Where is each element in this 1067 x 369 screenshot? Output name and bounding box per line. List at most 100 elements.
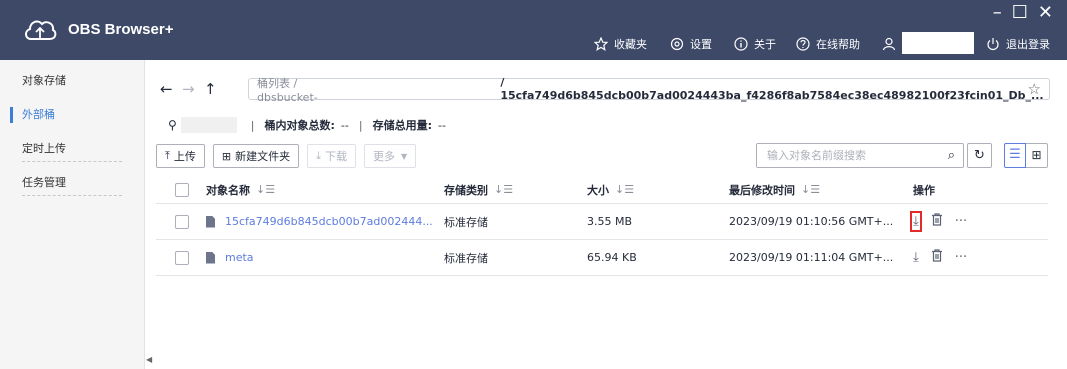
search-box: ⌕ [756, 143, 964, 168]
favorites-label: 收藏夹 [614, 38, 647, 51]
download-label: 下载 [324, 150, 347, 163]
storage-usage-label: 存储总用量: [372, 119, 432, 132]
sort-icon[interactable]: ↓☰ [256, 183, 275, 196]
bucket-name-mask [360, 82, 501, 96]
select-all-checkbox[interactable] [175, 182, 189, 197]
column-storage-class[interactable]: 存储类别 ↓☰ [444, 176, 513, 203]
object-count-value: -- [340, 118, 349, 132]
chevron-down-icon: ▼ [400, 151, 408, 161]
table-row[interactable]: meta 标准存储 65.94 KB 2023/09/19 01:11:04 G… [156, 240, 1048, 276]
help-label: 在线帮助 [816, 38, 860, 51]
more-actions-icon[interactable]: ··· [955, 214, 967, 229]
column-storage-class-label: 存储类别 [444, 183, 488, 197]
grid-icon: ⊞ [1031, 148, 1042, 162]
sort-icon[interactable]: ↓☰ [494, 183, 513, 196]
refresh-icon: ↻ [974, 148, 985, 163]
navigation-bar: ← → ↑ 桶列表 / dbsbucket- / 15cfa749d6b845d… [160, 76, 1053, 104]
column-actions: 操作 [913, 176, 935, 203]
grid-view-button[interactable]: ⊞ [1026, 143, 1048, 168]
path-breadcrumb[interactable]: 桶列表 / dbsbucket- / 15cfa749d6b845dcb00b7… [248, 76, 1050, 104]
breadcrumb-root[interactable]: 桶列表 / dbsbucket- [257, 75, 361, 104]
more-label: 更多 [372, 150, 395, 163]
object-name-link[interactable]: 15cfa749d6b845dcb00b7ad002444... [225, 215, 433, 228]
list-view-button[interactable]: ☰ [1004, 143, 1026, 168]
column-actions-label: 操作 [913, 183, 935, 197]
column-modified-label: 最后修改时间 [729, 183, 795, 197]
upload-icon: ⤒ [165, 149, 170, 162]
divider [22, 195, 122, 196]
delete-icon[interactable] [931, 213, 943, 230]
object-size: 3.55 MB [587, 215, 633, 228]
search-input[interactable] [757, 144, 927, 167]
favorite-star-icon[interactable]: ☆ [1028, 80, 1041, 98]
gear-icon [670, 37, 684, 51]
sidebar-item-scheduled-upload[interactable]: 定时上传 [0, 134, 145, 164]
object-name-link[interactable]: meta [225, 251, 254, 264]
object-size: 65.94 KB [587, 251, 637, 264]
divider [22, 161, 122, 162]
row-checkbox[interactable] [175, 214, 189, 229]
sidebar-item-task-management[interactable]: 任务管理 [0, 168, 145, 198]
up-icon[interactable]: ↑ [204, 80, 226, 98]
bucket-region-mask [180, 117, 237, 133]
column-modified[interactable]: 最后修改时间 ↓☰ [729, 176, 820, 203]
row-checkbox[interactable] [175, 250, 189, 265]
user-icon[interactable] [882, 34, 896, 54]
sort-icon[interactable]: ↓☰ [615, 183, 634, 196]
column-size[interactable]: 大小 ↓☰ [587, 176, 634, 203]
search-icon[interactable]: ⌕ [948, 148, 955, 163]
file-icon [206, 251, 215, 264]
separator: | [250, 118, 255, 132]
info-icon [734, 37, 748, 51]
close-button[interactable]: ✕ [1038, 2, 1053, 24]
upload-label: 上传 [173, 150, 196, 163]
sidebar-item-object-storage[interactable]: 对象存储 [0, 66, 145, 96]
about-label: 关于 [754, 38, 776, 51]
modified-time: 2023/09/19 01:11:04 GMT+... [729, 251, 894, 264]
breadcrumb-path: / 15cfa749d6b845dcb00b7ad0024443ba_f4286… [500, 76, 1044, 102]
minimize-button[interactable]: – [993, 2, 1002, 24]
storage-usage-value: -- [438, 118, 446, 132]
maximize-button[interactable]: ☐ [1012, 2, 1028, 24]
refresh-button[interactable]: ↻ [967, 143, 992, 168]
cloud-logo-icon [25, 20, 57, 40]
storage-class: 标准存储 [444, 215, 488, 229]
settings-menu[interactable]: 设置 [670, 34, 712, 54]
settings-label: 设置 [690, 38, 712, 51]
about-menu[interactable]: 关于 [734, 34, 776, 54]
download-button[interactable]: ⤓ 下载 [307, 144, 356, 168]
sort-icon[interactable]: ↓☰ [801, 183, 820, 196]
collapse-sidebar-icon[interactable]: ◀ [146, 355, 152, 364]
new-folder-icon: ⊞ [221, 149, 232, 163]
table-header: 对象名称 ↓☰ 存储类别 ↓☰ 大小 ↓☰ 最后修改时间 ↓☰ 操作 [156, 176, 1048, 204]
list-icon: ☰ [1009, 147, 1021, 162]
download-icon[interactable]: ⤓ [910, 211, 922, 232]
help-icon [796, 37, 810, 51]
table-row[interactable]: 15cfa749d6b845dcb00b7ad002444... 标准存储 3.… [156, 204, 1048, 240]
logout-label: 退出登录 [1006, 38, 1050, 51]
help-menu[interactable]: 在线帮助 [796, 34, 860, 54]
forward-icon[interactable]: → [182, 80, 204, 98]
toolbar: ⤒ 上传 ⊞ 新建文件夹 ⤓ 下载 更多 ▼ [156, 143, 424, 169]
object-count-label: 桶内对象总数: [264, 119, 335, 132]
file-icon [206, 215, 215, 228]
back-icon[interactable]: ← [160, 80, 182, 98]
new-folder-button[interactable]: ⊞ 新建文件夹 [212, 144, 300, 168]
logout-menu[interactable]: 退出登录 [986, 34, 1050, 54]
power-icon [987, 38, 999, 51]
column-name[interactable]: 对象名称 ↓☰ [206, 176, 275, 203]
window-controls: – ☐ ✕ [993, 2, 1053, 24]
delete-icon[interactable] [931, 249, 943, 266]
download-icon[interactable]: ⤓ [913, 250, 919, 265]
modified-time: 2023/09/19 01:10:56 GMT+... [729, 215, 894, 228]
separator: | [358, 118, 363, 132]
column-size-label: 大小 [587, 183, 609, 197]
bucket-info: ⚲ | 桶内对象总数: -- | 存储总用量: -- [168, 116, 446, 134]
more-actions-icon[interactable]: ··· [955, 250, 967, 265]
app-title: OBS Browser+ [68, 21, 174, 38]
upload-button[interactable]: ⤒ 上传 [156, 144, 205, 168]
favorites-menu[interactable]: 收藏夹 [594, 34, 647, 54]
more-button[interactable]: 更多 ▼ [363, 144, 417, 168]
username-mask [902, 32, 974, 54]
sidebar-item-external-buckets[interactable]: 外部桶 [0, 100, 145, 130]
